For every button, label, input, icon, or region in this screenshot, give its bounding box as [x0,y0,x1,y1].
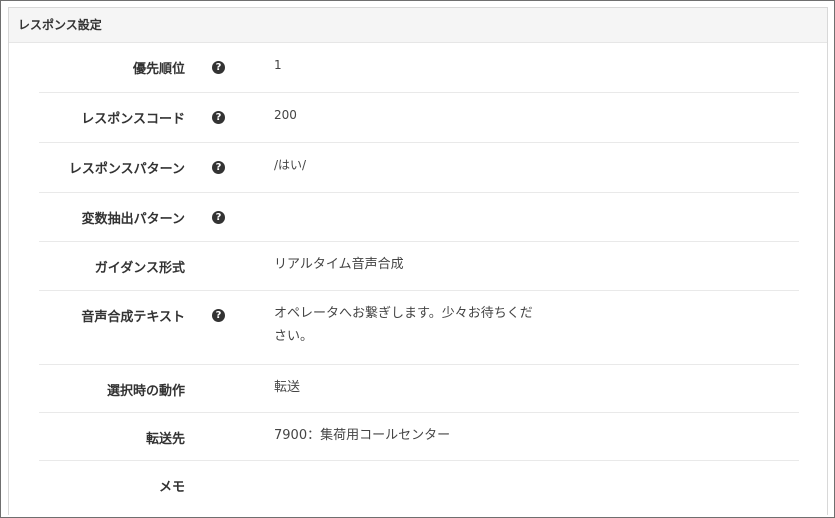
setting-row-guidance-type: ガイダンス形式 リアルタイム音声合成 [39,242,799,291]
variable-extraction-label: 変数抽出パターン [81,212,185,227]
setting-row-priority: 優先順位 ? 1 [39,43,799,93]
question-circle-icon[interactable]: ? [212,211,225,224]
setting-row-response-code: レスポンスコード ? 200 [39,93,799,143]
tts-text-label: 音声合成テキスト [81,310,185,325]
response-settings-panel: レスポンス設定 優先順位 ? 1 レスポンスコード ? 200 レスポンスパター… [8,7,828,515]
priority-label: 優先順位 [132,62,185,77]
setting-row-tts-text: 音声合成テキスト ? オペレータへお繋ぎします。少々お待ちください。 [39,291,799,365]
action-on-select-label: 選択時の動作 [106,384,185,399]
question-circle-icon[interactable]: ? [212,61,225,74]
guidance-type-label: ガイダンス形式 [94,261,185,276]
question-circle-icon[interactable]: ? [212,161,225,174]
response-pattern-label: レスポンスパターン [68,162,185,177]
setting-row-response-pattern: レスポンスパターン ? /はい/ [39,143,799,193]
setting-row-action-on-select: 選択時の動作 転送 [39,365,799,413]
question-circle-icon[interactable]: ? [212,111,225,124]
transfer-destination-value: 7900：集荷用コールセンター [274,428,451,443]
settings-list: 優先順位 ? 1 レスポンスコード ? 200 レスポンスパターン ? /はい/… [39,43,799,509]
action-on-select-value: 転送 [274,380,301,395]
response-pattern-value: /はい/ [274,158,307,172]
priority-value: 1 [274,58,282,72]
screenshot-frame: レスポンス設定 優先順位 ? 1 レスポンスコード ? 200 レスポンスパター… [0,0,835,518]
transfer-destination-label: 転送先 [145,432,185,447]
setting-row-transfer-destination: 転送先 7900：集荷用コールセンター [39,413,799,461]
tts-text-value: オペレータへお繋ぎします。少々お待ちください。 [274,306,533,344]
response-code-label: レスポンスコード [81,112,185,127]
setting-row-variable-extraction: 変数抽出パターン ? [39,193,799,242]
setting-row-memo: メモ [39,461,799,509]
question-circle-icon[interactable]: ? [212,309,225,322]
panel-title: レスポンス設定 [9,8,827,43]
guidance-type-value: リアルタイム音声合成 [274,257,404,272]
memo-label: メモ [158,480,185,495]
response-code-value: 200 [274,108,297,122]
